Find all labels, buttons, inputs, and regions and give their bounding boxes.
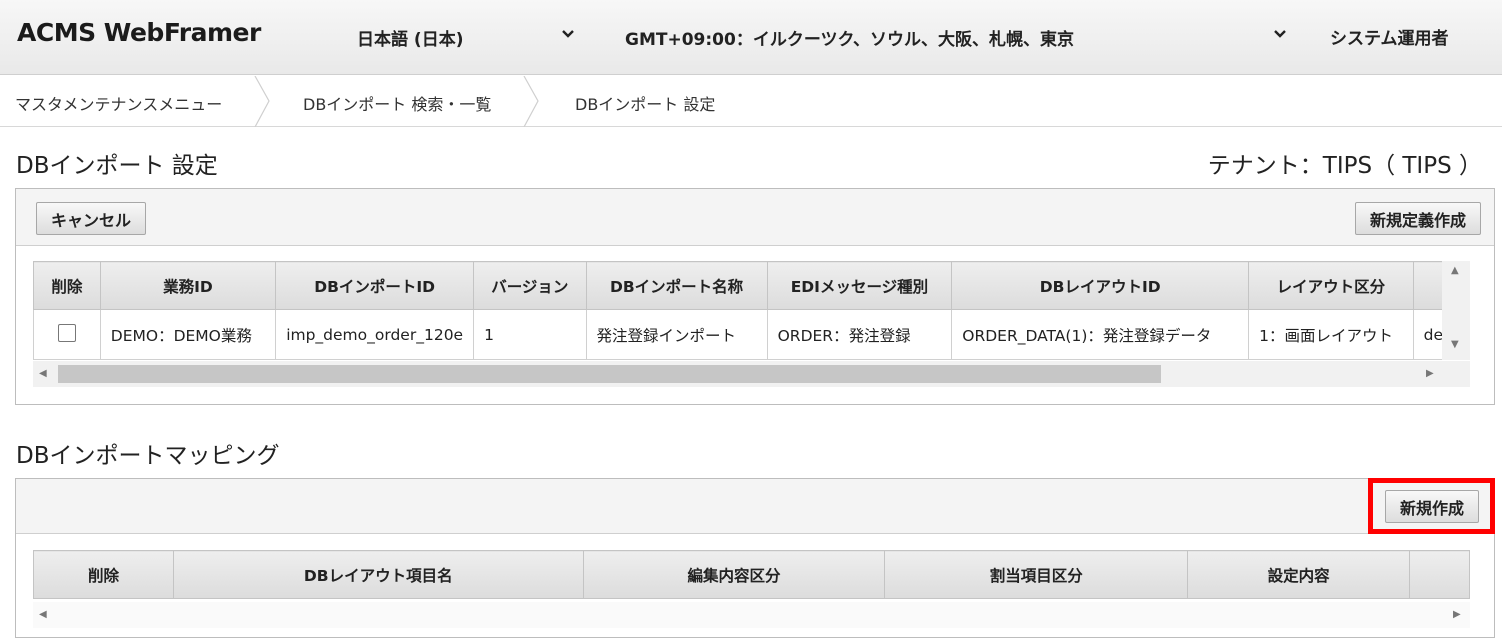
extra-cell: de — [1412, 309, 1442, 360]
table-header-row: 削除 DBレイアウト項目名 編集内容区分 割当項目区分 設定内容 — [33, 550, 1470, 599]
scroll-right-icon[interactable]: ▶ — [1453, 609, 1461, 620]
column-header[interactable]: 設定内容 — [1187, 550, 1411, 599]
column-header[interactable]: EDIメッセージ種別 — [766, 261, 953, 310]
mapping-table-viewport: 削除 DBレイアウト項目名 編集内容区分 割当項目区分 設定内容 — [33, 550, 1470, 602]
version-cell: 1 — [473, 309, 587, 360]
column-header[interactable]: 業務ID — [99, 261, 277, 310]
chevron-down-icon — [561, 26, 575, 44]
language-select[interactable]: 日本語 (日本) — [345, 22, 585, 52]
import-panel: キャンセル 新規定義作成 削除 業務ID DBインポートID バージョン DBイ… — [15, 188, 1495, 405]
import-table-viewport: 削除 業務ID DBインポートID バージョン DBインポート名称 EDIメッセ… — [33, 261, 1442, 361]
scroll-left-icon[interactable]: ◀ — [39, 609, 47, 620]
layout-kind-cell: 1：画面レイアウト — [1248, 309, 1414, 360]
timezone-value: GMT+09:00：イルクーツク、ソウル、大阪、札幌、東京 — [625, 29, 1074, 50]
import-name-cell: 発注登録インポート — [585, 309, 768, 360]
horizontal-scrollbar[interactable]: ◀ ▶ — [33, 361, 1470, 387]
user-name[interactable]: システム運用者 — [1330, 24, 1449, 49]
import-id-cell: imp_demo_order_120e — [275, 309, 475, 360]
column-header — [1409, 550, 1470, 599]
column-header[interactable]: 編集内容区分 — [582, 550, 886, 599]
column-header[interactable]: DBインポート名称 — [585, 261, 768, 310]
column-header[interactable]: 削除 — [33, 261, 101, 310]
tenant-label: テナント：TIPS（ TIPS ） — [1207, 153, 1482, 179]
breadcrumb-separator-icon — [254, 76, 270, 127]
delete-checkbox[interactable] — [57, 323, 76, 342]
column-header[interactable]: 割当項目区分 — [884, 550, 1189, 599]
import-table: 削除 業務ID DBインポートID バージョン DBインポート名称 EDIメッセ… — [33, 261, 1442, 360]
breadcrumb-separator-icon — [523, 76, 539, 127]
table-header-row: 削除 業務ID DBインポートID バージョン DBインポート名称 EDIメッセ… — [33, 261, 1442, 310]
new-definition-button[interactable]: 新規定義作成 — [1354, 202, 1481, 235]
mapping-horizontal-scrollbar[interactable]: ◀ ▶ — [33, 602, 1470, 628]
breadcrumb-item-search[interactable]: DBインポート 検索・一覧 — [303, 91, 491, 115]
table-row[interactable]: DEMO：DEMO業務 imp_demo_order_120e 1 発注登録イン… — [33, 309, 1442, 360]
top-header: ACMS WebFramer 日本語 (日本) GMT+09:00：イルクーツク… — [0, 0, 1502, 75]
mapping-toolbar: 新規作成 — [16, 479, 1494, 534]
breadcrumb: マスタメンテナンスメニュー DBインポート 検索・一覧 DBインポート 設定 — [0, 76, 1502, 127]
column-header[interactable]: レイアウト区分 — [1248, 261, 1414, 310]
breadcrumb-item-menu[interactable]: マスタメンテナンスメニュー — [15, 91, 222, 115]
mapping-table: 削除 DBレイアウト項目名 編集内容区分 割当項目区分 設定内容 — [33, 550, 1470, 599]
business-id-cell: DEMO：DEMO業務 — [99, 309, 277, 360]
scroll-left-icon[interactable]: ◀ — [39, 368, 47, 379]
cancel-button[interactable]: キャンセル — [36, 202, 147, 235]
column-header[interactable]: DBレイアウトID — [951, 261, 1250, 310]
scroll-up-icon[interactable]: ▲ — [1451, 265, 1459, 276]
page-title: DBインポート 設定 — [16, 153, 218, 179]
app-logo: ACMS WebFramer — [17, 18, 261, 47]
delete-cell — [33, 309, 101, 360]
column-header[interactable]: 削除 — [33, 550, 174, 599]
layout-id-cell: ORDER_DATA(1)：発注登録データ — [951, 309, 1250, 360]
column-header[interactable]: DBレイアウト項目名 — [172, 550, 584, 599]
column-header[interactable]: DBインポートID — [275, 261, 475, 310]
edi-type-cell: ORDER：発注登録 — [766, 309, 953, 360]
highlight-box — [1368, 478, 1495, 534]
column-header — [1412, 261, 1442, 310]
chevron-down-icon — [1273, 26, 1287, 44]
language-value: 日本語 (日本) — [357, 29, 464, 50]
timezone-select[interactable]: GMT+09:00：イルクーツク、ソウル、大阪、札幌、東京 — [611, 22, 1297, 52]
mapping-title: DBインポートマッピング — [16, 443, 280, 469]
import-toolbar: キャンセル 新規定義作成 — [16, 189, 1494, 246]
scroll-down-icon[interactable]: ▼ — [1451, 339, 1459, 350]
vertical-scrollbar[interactable]: ▲ ▼ — [1442, 261, 1470, 360]
mapping-panel: 新規作成 削除 DBレイアウト項目名 編集内容区分 割当項目区分 設定内容 ◀ … — [15, 478, 1495, 638]
column-header[interactable]: バージョン — [473, 261, 587, 310]
scroll-thumb[interactable] — [58, 365, 1161, 383]
scroll-right-icon[interactable]: ▶ — [1426, 368, 1434, 379]
breadcrumb-item-current: DBインポート 設定 — [575, 95, 716, 114]
